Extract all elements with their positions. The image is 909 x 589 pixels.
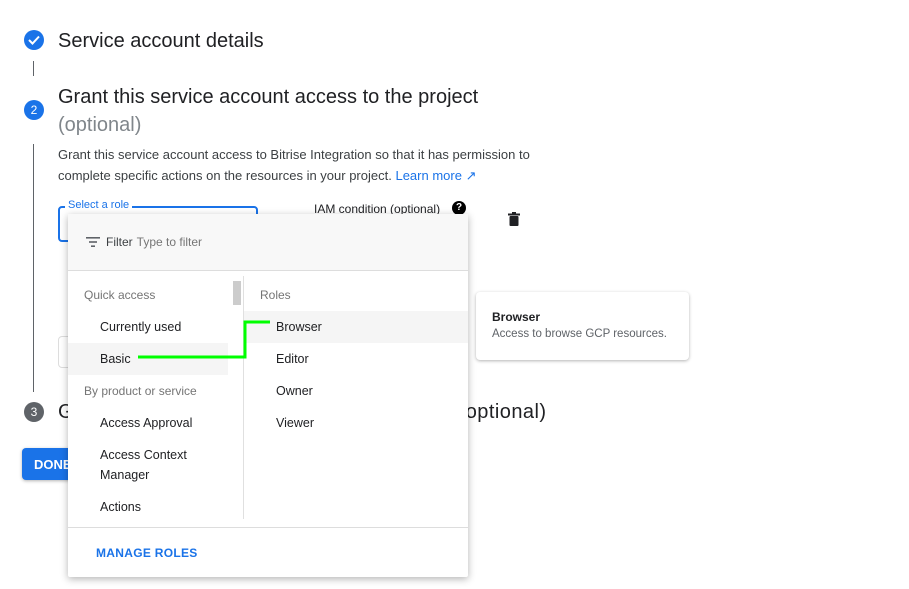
highlight-connector xyxy=(138,320,270,359)
